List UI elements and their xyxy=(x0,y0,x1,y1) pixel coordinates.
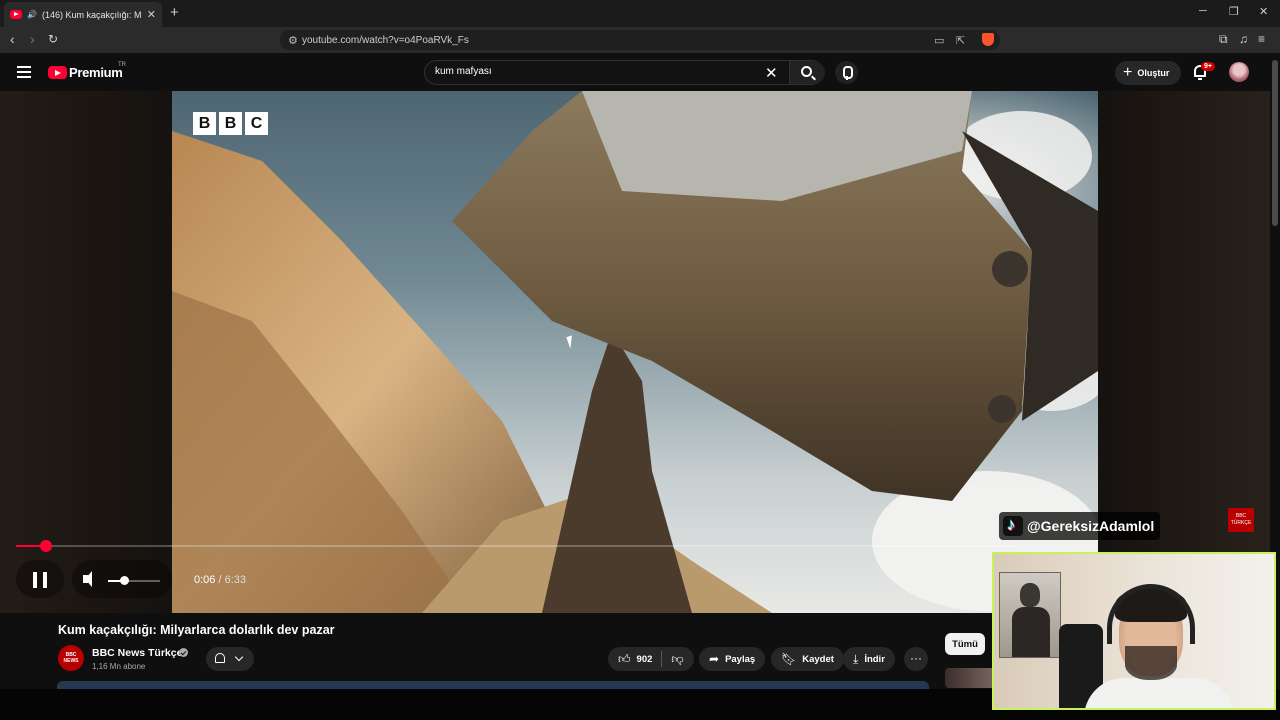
description-box[interactable] xyxy=(57,681,929,689)
youtube-logo-icon[interactable] xyxy=(48,66,67,79)
time-separator: / xyxy=(215,574,225,586)
volume-slider[interactable] xyxy=(108,576,160,585)
search-button[interactable] xyxy=(789,61,825,84)
bookmark-icon: 🔖︎ xyxy=(781,652,797,666)
youtube-masthead: Premium TR ✕ + Oluştur 9+ xyxy=(0,53,1280,91)
related-video-thumbnail[interactable] xyxy=(945,668,995,688)
tiktok-overlay: @GereksizAdamlol xyxy=(999,512,1161,540)
browser-toolbar: ‹ › ↻ ⚙ youtube.com/watch?v=o4PoaRVk_Fs … xyxy=(0,27,1280,53)
extensions-icon[interactable]: ⧉ xyxy=(1219,32,1228,46)
video-title: Kum kaçakçılığı: Milyarlarca dolarlık de… xyxy=(58,623,335,637)
falling-sand-shape xyxy=(542,331,692,613)
volume-thumb[interactable] xyxy=(119,576,129,585)
streamer-beard xyxy=(1125,646,1177,680)
clear-search-icon[interactable]: ✕ xyxy=(765,64,778,82)
download-label: İndir xyxy=(864,653,885,665)
thumbs-down-icon[interactable]: 👎︎ xyxy=(671,653,683,665)
streamer-body xyxy=(1084,678,1234,708)
scrollbar-thumb[interactable] xyxy=(1272,60,1278,226)
forward-icon[interactable]: › xyxy=(30,32,35,46)
pause-icon[interactable] xyxy=(33,572,47,588)
seek-bar[interactable] xyxy=(16,540,1016,552)
channel-avatar-line: NEWS xyxy=(63,658,79,664)
cast-icon[interactable]: ▭ xyxy=(934,34,944,47)
time-display: 0:06 / 6:33 xyxy=(194,574,246,586)
tab-close-icon[interactable]: ✕ xyxy=(147,8,156,21)
brave-shield-icon[interactable] xyxy=(982,33,994,46)
browser-menu-icon[interactable]: ≡ xyxy=(1258,32,1265,46)
subscriber-count: 1,16 Mn abone xyxy=(92,662,146,671)
site-info-icon[interactable]: ⚙ xyxy=(288,34,298,47)
bell-icon xyxy=(215,653,225,663)
voice-search-icon[interactable] xyxy=(835,61,858,84)
restore-button[interactable]: ❐ xyxy=(1229,5,1239,18)
thumbs-up-icon[interactable]: 👍︎ xyxy=(618,653,631,665)
share-icon: ➦ xyxy=(709,652,720,666)
window-close-button[interactable]: ✕ xyxy=(1259,5,1268,18)
bbc-letter: B xyxy=(219,112,242,135)
guide-menu-icon[interactable] xyxy=(17,66,31,78)
browser-tab[interactable]: 🔊 (146) Kum kaçakçılığı: Milyarl ✕ xyxy=(4,2,162,27)
corner-logo-line: TÜRKÇE xyxy=(1230,520,1252,526)
current-time: 0:06 xyxy=(194,574,216,586)
audio-playing-icon[interactable]: 🔊 xyxy=(27,9,37,21)
logo-country-code: TR xyxy=(118,62,126,68)
bbc-turkce-corner-logo: BBC TÜRKÇE xyxy=(1228,508,1254,532)
framed-portrait xyxy=(999,572,1061,658)
like-count[interactable]: 902 xyxy=(637,654,653,665)
chevron-down-icon xyxy=(234,652,244,662)
search-input[interactable] xyxy=(435,66,735,77)
address-bar[interactable]: ⚙ youtube.com/watch?v=o4PoaRVk_Fs ▭ ⇱ xyxy=(280,30,1000,50)
search-box: ✕ xyxy=(424,60,825,85)
channel-avatar[interactable]: BBC NEWS xyxy=(58,645,84,671)
share-label: Paylaş xyxy=(725,653,756,665)
download-button[interactable]: ⤓ İndir xyxy=(843,647,895,671)
bbc-letter: B xyxy=(193,112,216,135)
duration: 6:33 xyxy=(224,574,247,586)
create-button[interactable]: + Oluştur xyxy=(1115,61,1181,85)
bbc-letter: C xyxy=(245,112,268,135)
seek-track xyxy=(16,545,1016,547)
tiktok-icon xyxy=(1003,515,1023,536)
excavator-scene xyxy=(172,91,1098,613)
share-button[interactable]: ➦ Paylaş xyxy=(699,647,766,671)
account-avatar[interactable] xyxy=(1229,62,1249,82)
new-tab-button[interactable]: + xyxy=(170,4,179,21)
back-icon[interactable]: ‹ xyxy=(10,32,15,46)
like-dislike-group: 👍︎ 902 👎︎ xyxy=(608,647,694,671)
tab-title: (146) Kum kaçakçılığı: Milyarl xyxy=(41,9,142,20)
browser-tabstrip: 🔊 (146) Kum kaçakçılığı: Milyarl ✕ + ─ ❐… xyxy=(0,0,1280,27)
corner-logo-line: BBC xyxy=(1235,513,1247,519)
more-actions-button[interactable]: ··· xyxy=(904,647,928,671)
create-label: Oluştur xyxy=(1137,68,1170,78)
bbc-watermark: B B C xyxy=(193,112,268,135)
save-label: Kaydet xyxy=(802,653,834,665)
download-icon: ⤓ xyxy=(853,652,859,666)
arm-pivot-shape xyxy=(992,251,1028,287)
chip-all[interactable]: Tümü xyxy=(945,633,985,655)
url-text: youtube.com/watch?v=o4PoaRVk_Fs xyxy=(302,34,469,46)
tiktok-handle: @GereksizAdamlol xyxy=(1027,518,1155,534)
volume-icon[interactable] xyxy=(83,571,92,587)
youtube-favicon-icon xyxy=(10,10,22,19)
arm-pivot-shape xyxy=(988,395,1016,423)
verified-badge-icon xyxy=(179,648,188,657)
plus-icon: + xyxy=(1123,64,1133,81)
minimize-button[interactable]: ─ xyxy=(1199,5,1207,17)
notification-badge: 9+ xyxy=(1201,62,1215,71)
like-divider xyxy=(661,651,663,667)
share-page-icon[interactable]: ⇱ xyxy=(956,34,965,47)
search-icon xyxy=(801,66,812,77)
seek-thumb[interactable] xyxy=(40,540,52,552)
headset-icon xyxy=(1107,584,1195,644)
video-frame[interactable]: B B C xyxy=(172,91,1098,613)
media-icon[interactable]: ♫ xyxy=(1239,32,1248,46)
save-button[interactable]: 🔖︎ Kaydet xyxy=(771,647,844,671)
channel-name[interactable]: BBC News Türkçe xyxy=(92,647,182,659)
subscription-notification-button[interactable] xyxy=(206,647,254,671)
logo-text[interactable]: Premium xyxy=(69,65,123,80)
reload-icon[interactable]: ↻ xyxy=(48,32,58,46)
webcam-overlay xyxy=(992,552,1276,710)
